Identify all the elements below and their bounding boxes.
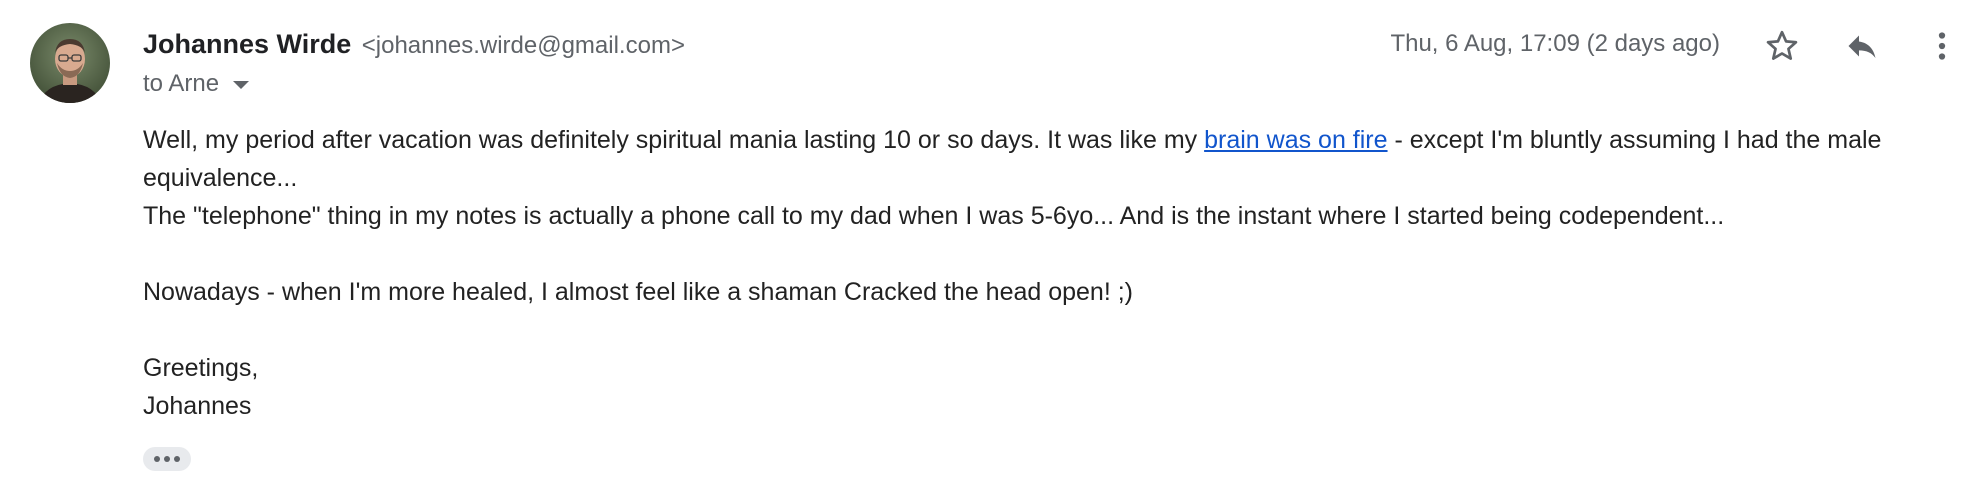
recipient-details-toggle[interactable]: to Arne xyxy=(143,66,250,102)
ellipsis-icon xyxy=(154,456,160,462)
message-body: Well, my period after vacation was defin… xyxy=(143,121,1973,425)
star-outline-icon xyxy=(1766,30,1798,60)
body-paragraph-3: Nowadays - when I'm more healed, I almos… xyxy=(143,278,1134,306)
reply-button[interactable] xyxy=(1838,22,1886,70)
body-text-before-link: Well, my period after vacation was defin… xyxy=(143,126,1205,154)
sender-line: Johannes Wirde <johannes.wirde@gmail.com… xyxy=(143,26,685,67)
recipient-label: to Arne xyxy=(143,70,220,97)
ellipsis-icon-dot xyxy=(164,456,170,462)
chevron-down-icon xyxy=(233,81,250,89)
sender-email: <johannes.wirde@gmail.com> xyxy=(361,32,685,59)
ellipsis-icon-dot xyxy=(174,456,180,462)
body-paragraph-2: The "telephone" thing in my notes is act… xyxy=(143,202,1725,230)
sender-avatar[interactable] xyxy=(30,23,110,103)
show-trimmed-content-button[interactable] xyxy=(143,447,191,471)
reply-icon xyxy=(1848,35,1876,58)
signature-line: Johannes xyxy=(143,392,252,420)
avatar-photo xyxy=(30,23,110,103)
brain-on-fire-link[interactable]: brain was on fire xyxy=(1204,126,1387,154)
sender-name[interactable]: Johannes Wirde xyxy=(143,29,351,59)
more-vert-icon xyxy=(1938,32,1946,60)
greeting-line: Greetings, xyxy=(143,354,259,382)
body-paragraph-1: Well, my period after vacation was defin… xyxy=(143,121,1973,197)
star-button[interactable] xyxy=(1758,22,1806,70)
more-options-button[interactable] xyxy=(1918,22,1966,70)
message-date: Thu, 6 Aug, 17:09 (2 days ago) xyxy=(1390,30,1720,57)
